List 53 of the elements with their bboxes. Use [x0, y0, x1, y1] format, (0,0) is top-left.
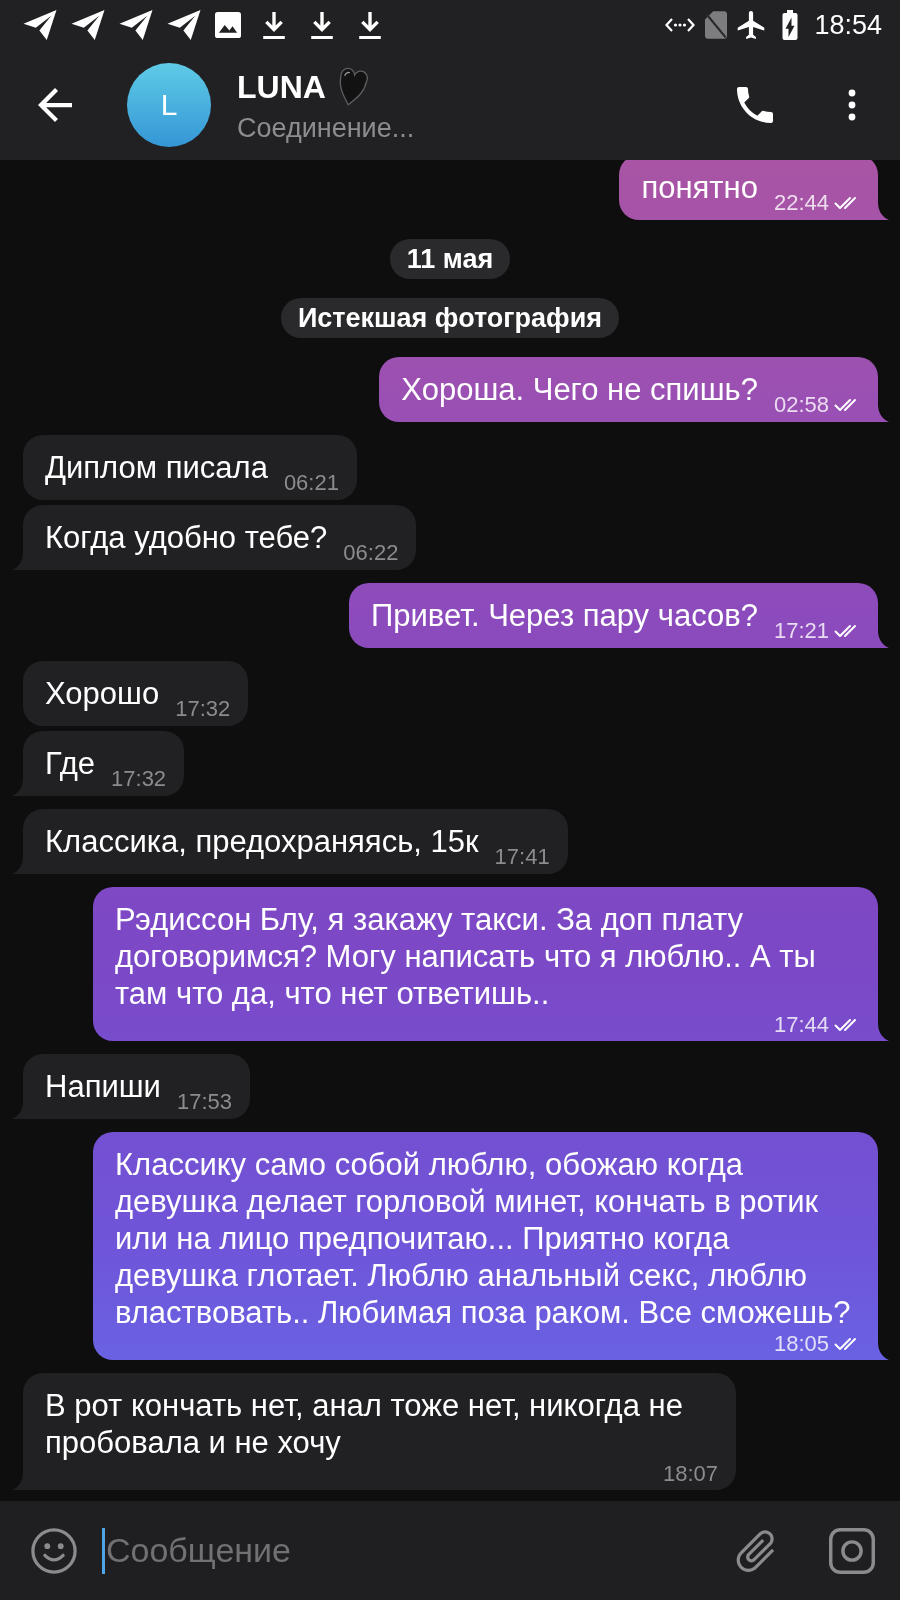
message-time: 17:21 [773, 620, 829, 642]
attach-button[interactable] [736, 1529, 776, 1572]
message-time: 17:32 [111, 768, 167, 790]
message-text: Где [45, 746, 96, 781]
back-arrow-icon [38, 88, 72, 122]
paper-plane-icon [119, 10, 153, 40]
service-message: Истекшая фотография [280, 298, 620, 338]
message-text: Когда удобно тебе? [45, 520, 328, 555]
more-options-icon [848, 89, 856, 121]
message-time: 22:44 [773, 192, 829, 214]
clock-time: 18:54 [814, 9, 882, 41]
camera-icon [829, 1527, 875, 1574]
message-text: Рэдиссон Блу, я закажу такси. За доп плату договоримся? Могу написать что я люблю.. А ты там что да, что нет ответишь.. [115, 901, 817, 1012]
battery-charging-icon [781, 10, 800, 40]
contact-name: LUNA [237, 67, 326, 106]
message-text: Классику само собой люблю, обожаю когда девушка делает горловой минет, кончать в ротик или на лицо предпочитаю... Приятно когда девушка глотает. Люблю анальный секс, люблю властвовать.. Любимая поза раком. Все сможешь? [115, 1146, 852, 1331]
message-time: 18:05 [773, 1333, 829, 1355]
emoji-button[interactable] [31, 1527, 77, 1574]
message-composer[interactable]: Сообщение [0, 1501, 900, 1600]
download-icon [263, 11, 285, 39]
download-icon [311, 11, 333, 39]
message-text: В рот кончать нет, анал тоже нет, никогда не пробовала и не хочу [45, 1387, 684, 1461]
message-text: Привет. Через пару часов? [371, 598, 758, 633]
message-time: 17:53 [176, 1091, 232, 1113]
message-text: Напиши [45, 1069, 161, 1104]
message-time: 18:07 [662, 1463, 718, 1485]
message-text: понятно [641, 170, 758, 205]
download-icon [359, 11, 381, 39]
message-text: Диплом писала [45, 450, 268, 485]
paper-plane-icon [71, 10, 105, 40]
no-sim-icon [705, 11, 728, 39]
paper-plane-icon [23, 10, 57, 40]
camera-button[interactable] [829, 1527, 875, 1574]
paper-plane-icon [167, 10, 201, 40]
message-time: 06:21 [283, 472, 339, 494]
airplane-icon [737, 11, 766, 39]
message-time: 06:22 [343, 542, 399, 564]
smiley-icon [31, 1527, 77, 1574]
date-separator: 11 мая [389, 239, 511, 279]
message-time: 02:58 [773, 394, 829, 416]
connection-status: Соединение... [237, 111, 415, 144]
image-icon [215, 12, 241, 38]
message-text: Хорошо [45, 676, 160, 711]
message-time: 17:32 [175, 698, 231, 720]
message-text: Классика, предохраняясь, 15к [45, 824, 479, 859]
paperclip-icon [736, 1529, 776, 1572]
text-cursor [102, 1527, 105, 1574]
phone-icon [737, 87, 773, 123]
message-time: 17:41 [494, 846, 550, 868]
avatar[interactable]: L [127, 63, 211, 147]
data-sync-icon [665, 17, 696, 33]
message-text: Хороша. Чего не спишь? [401, 372, 758, 407]
message-time: 17:44 [773, 1014, 829, 1036]
